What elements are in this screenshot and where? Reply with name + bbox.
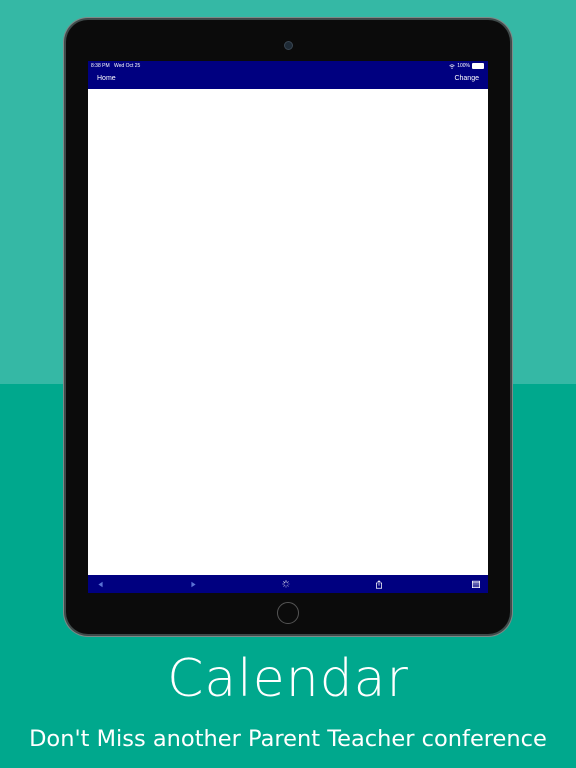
battery-percent: 100% bbox=[457, 63, 470, 69]
home-button[interactable] bbox=[277, 602, 299, 624]
back-arrow-icon bbox=[97, 581, 103, 587]
loading-spinner-icon bbox=[282, 580, 290, 588]
forward-button[interactable] bbox=[183, 575, 203, 593]
change-nav-button[interactable]: Change bbox=[454, 75, 479, 82]
forward-arrow-icon bbox=[190, 581, 196, 587]
status-date: Wed Oct 25 bbox=[114, 63, 141, 69]
front-camera-icon bbox=[284, 41, 293, 50]
web-content-area[interactable] bbox=[88, 89, 488, 575]
promo-background: 8:38 PM Wed Oct 25 100% Home Change Cale… bbox=[0, 0, 576, 768]
share-icon bbox=[376, 579, 382, 589]
battery-icon bbox=[472, 63, 484, 69]
promo-subtitle: Don't Miss another Parent Teacher confer… bbox=[29, 726, 547, 752]
calendar-icon bbox=[472, 580, 480, 588]
promo-title: Calendar bbox=[167, 649, 409, 709]
loading-indicator bbox=[276, 575, 296, 593]
share-button[interactable] bbox=[369, 575, 389, 593]
navigation-bar: Home Change bbox=[88, 71, 488, 89]
calendar-button[interactable] bbox=[466, 575, 486, 593]
status-bar: 8:38 PM Wed Oct 25 100% bbox=[88, 61, 488, 71]
status-time: 8:38 PM bbox=[91, 63, 110, 69]
device-screen: 8:38 PM Wed Oct 25 100% Home Change bbox=[88, 61, 488, 593]
back-button[interactable] bbox=[90, 575, 110, 593]
bottom-toolbar bbox=[88, 575, 488, 593]
home-nav-button[interactable]: Home bbox=[97, 75, 116, 82]
status-right-group: 100% bbox=[449, 61, 484, 71]
wifi-icon bbox=[449, 63, 455, 69]
